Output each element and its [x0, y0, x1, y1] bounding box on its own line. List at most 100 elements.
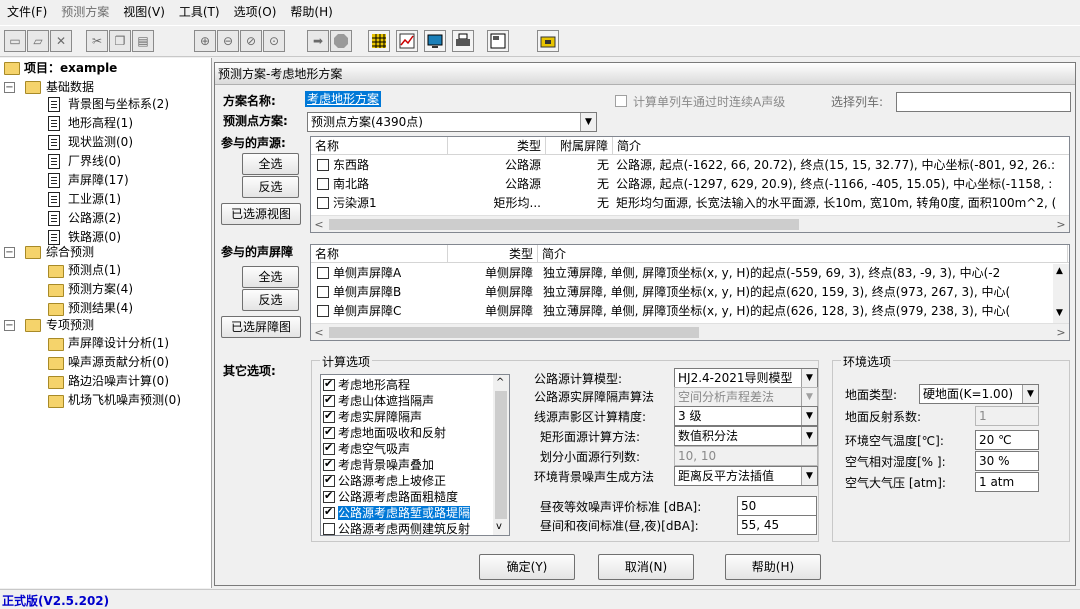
column-header[interactable]: 附属屏障 [546, 137, 613, 155]
cut-icon[interactable]: ✂ [86, 30, 108, 52]
calc-option[interactable]: 考虑空气吸声 [323, 441, 410, 456]
chevron-down-icon[interactable]: ▼ [1056, 308, 1063, 318]
horizontal-scrollbar[interactable]: < > [311, 323, 1069, 340]
checkbox[interactable] [323, 377, 335, 391]
folder-icon[interactable] [537, 30, 559, 52]
help-button[interactable]: 帮助(H) [725, 554, 821, 580]
select-train-input[interactable] [896, 92, 1071, 112]
tree-root[interactable]: 项目：example [24, 59, 117, 78]
scrollbar-thumb[interactable] [329, 327, 699, 338]
zoom-fit-icon[interactable]: ⊙ [263, 30, 285, 52]
row-checkbox[interactable] [317, 159, 329, 171]
properties-icon[interactable] [487, 30, 509, 52]
chevron-down-icon[interactable]: v [496, 521, 502, 532]
barriers-list[interactable]: 名称 类型 简介 单侧声屏障A 单侧屏障 独立薄屏障, 单侧, 屏障顶坐标(x,… [310, 244, 1070, 341]
collapse-icon[interactable]: − [4, 247, 15, 258]
bg-noise-select[interactable]: 距离反平方法插值 ▼ [674, 466, 818, 486]
checkbox[interactable] [323, 409, 335, 423]
vertical-scrollbar[interactable]: ^ v [493, 375, 509, 535]
continuous-train-checkbox[interactable] [615, 95, 627, 107]
collapse-icon[interactable]: − [4, 320, 15, 331]
tree-item[interactable]: 声屏障设计分析(1) [68, 334, 169, 353]
calc-option[interactable]: 公路源考虑两侧建筑反射 [323, 521, 470, 535]
checkbox[interactable] [323, 523, 335, 535]
column-header[interactable]: 简介 [613, 137, 1069, 155]
chevron-left-icon[interactable]: < [311, 324, 327, 340]
sources-select-all-button[interactable]: 全选 [242, 153, 299, 175]
checkbox[interactable] [323, 441, 335, 455]
tree-item[interactable]: 地形高程(1) [68, 114, 133, 133]
rect-method-select[interactable]: 数值积分法 ▼ [674, 426, 818, 446]
tree-item[interactable]: 现状监测(0) [68, 133, 133, 152]
open-icon[interactable]: ▱ [27, 30, 49, 52]
collapse-icon[interactable]: − [4, 82, 15, 93]
copy-icon[interactable]: ❐ [109, 30, 131, 52]
print-icon[interactable] [452, 30, 474, 52]
tree-group-comprehensive[interactable]: 综合预测 [46, 243, 94, 262]
checkbox[interactable] [323, 425, 335, 439]
close-icon[interactable]: ✕ [50, 30, 72, 52]
tree-item[interactable]: 公路源(2) [68, 209, 121, 228]
tree-item-selected[interactable]: 预测方案(4) [68, 280, 133, 299]
stop-icon[interactable] [330, 30, 352, 52]
checkbox[interactable] [323, 393, 335, 407]
humidity-input[interactable]: 30 % [975, 451, 1039, 471]
vertical-scrollbar[interactable]: ▲ ▼ [1053, 264, 1069, 323]
zoom-in-icon[interactable]: ⊕ [194, 30, 216, 52]
road-barrier-algo-select[interactable]: 空间分析声程差法 ▼ [674, 387, 818, 407]
new-icon[interactable]: ▭ [4, 30, 26, 52]
scrollbar-thumb[interactable] [329, 219, 799, 230]
ground-type-select[interactable]: 硬地面(K=1.00) ▼ [919, 384, 1039, 404]
road-model-select[interactable]: HJ2.4-2021导则模型 ▼ [674, 368, 818, 388]
tree-item[interactable]: 背景图与坐标系(2) [68, 95, 169, 114]
pressure-input[interactable]: 1 atm [975, 472, 1039, 492]
calc-option[interactable]: 公路源考虑上坡修正 [323, 473, 446, 488]
column-header[interactable]: 类型 [448, 245, 538, 263]
calc-option[interactable]: 公路源考虑路面粗糙度 [323, 489, 458, 504]
calc-option[interactable]: 考虑背景噪声叠加 [323, 457, 434, 472]
tree-item[interactable]: 机场飞机噪声预测(0) [68, 391, 181, 410]
row-checkbox[interactable] [317, 197, 329, 209]
rect-grid-input[interactable]: 10, 10 [674, 446, 818, 466]
day-night-input[interactable]: 50 [737, 496, 817, 516]
column-header[interactable]: 简介 [538, 245, 1068, 263]
cancel-button[interactable]: 取消(N) [598, 554, 694, 580]
view-sources-button[interactable]: 已选源视图 [221, 203, 301, 225]
chevron-up-icon[interactable]: ^ [496, 377, 504, 388]
monitor-icon[interactable] [424, 30, 446, 52]
zoom-icon[interactable]: ⊘ [240, 30, 262, 52]
tree-item[interactable]: 噪声源贡献分析(0) [68, 353, 169, 372]
tree-item[interactable]: 路边沿噪声计算(0) [68, 372, 169, 391]
ground-reflect-input[interactable]: 1 [975, 406, 1039, 426]
row-checkbox[interactable] [317, 305, 329, 317]
view-barriers-button[interactable]: 已选屏障图 [221, 316, 301, 338]
horizontal-scrollbar[interactable]: < > [311, 215, 1069, 232]
column-header[interactable]: 类型 [448, 137, 546, 155]
calc-option[interactable]: 考虑山体遮挡隔声 [323, 393, 434, 408]
line-precision-select[interactable]: 3 级 ▼ [674, 406, 818, 426]
scrollbar-thumb[interactable] [495, 391, 507, 519]
chevron-up-icon[interactable]: ▲ [1056, 266, 1063, 276]
menu-file[interactable]: 文件(F) [0, 0, 54, 24]
chevron-right-icon[interactable]: > [1053, 324, 1069, 340]
row-checkbox[interactable] [317, 267, 329, 279]
tree-item[interactable]: 预测点(1) [68, 261, 121, 280]
chevron-right-icon[interactable]: > [1053, 216, 1069, 232]
sources-invert-button[interactable]: 反选 [242, 176, 299, 198]
column-header[interactable]: 名称 [311, 137, 448, 155]
calc-option[interactable]: 考虑地面吸收和反射 [323, 425, 446, 440]
arrow-right-icon[interactable]: ➡ [307, 30, 329, 52]
row-checkbox[interactable] [317, 178, 329, 190]
point-scheme-select[interactable]: 预测点方案(4390点) ▼ [307, 112, 597, 132]
zoom-out-icon[interactable]: ⊖ [217, 30, 239, 52]
calc-options-list[interactable]: 考虑地形高程 考虑山体遮挡隔声 考虑实屏障隔声 考虑地面吸收和反射 考虑空气吸声… [320, 374, 510, 536]
menu-prediction-scheme[interactable]: 预测方案 [54, 0, 116, 24]
calc-option[interactable]: 考虑地形高程 [323, 377, 410, 392]
checkbox[interactable] [323, 505, 335, 519]
column-header[interactable]: 名称 [311, 245, 448, 263]
paste-icon[interactable]: ▤ [132, 30, 154, 52]
menu-options[interactable]: 选项(O) [227, 0, 284, 24]
calc-option[interactable]: 考虑实屏障隔声 [323, 409, 422, 424]
checkbox[interactable] [323, 473, 335, 487]
calc-option-selected[interactable]: 公路源考虑路堑或路堤隔 [323, 505, 471, 520]
